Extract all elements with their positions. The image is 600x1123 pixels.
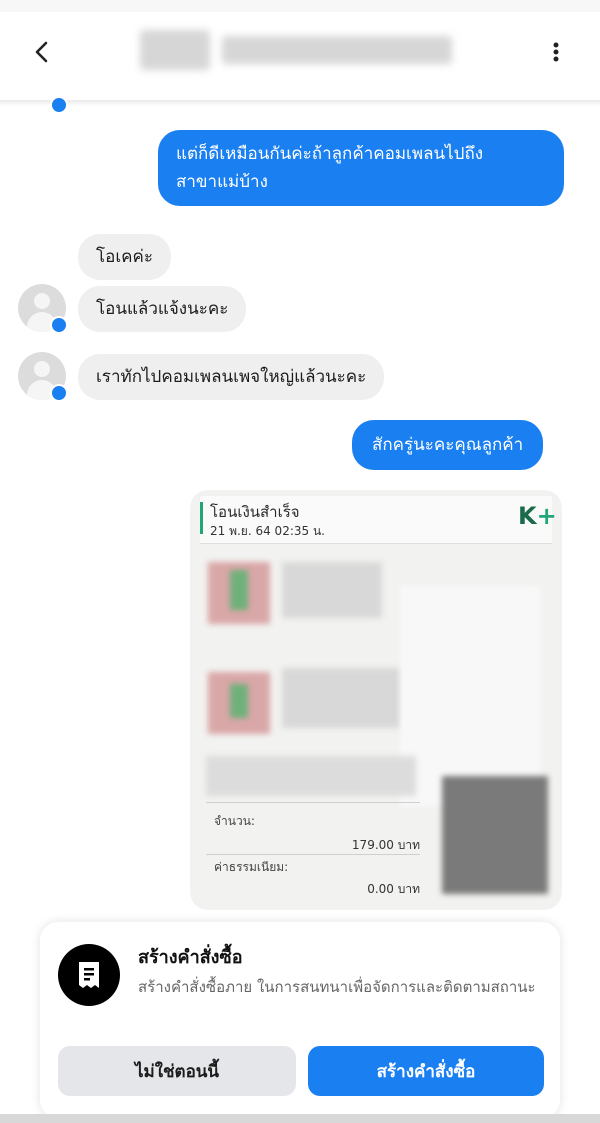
receipt-icon — [79, 962, 99, 988]
chevron-left-icon — [35, 41, 48, 63]
message-line: แต่ก็ดีเหมือนกันค่ะถ้าลูกค้าคอมเพลนไปถึง — [176, 144, 484, 164]
contact-name-redacted — [140, 22, 452, 78]
message-text: สักครู่นะคะคุณลูกค้า — [372, 435, 524, 455]
receipt-title: โอนเงินสำเร็จ — [210, 503, 300, 521]
message-line: สาขาแม่บ้าง — [176, 172, 268, 192]
message-bubble-outgoing[interactable]: แต่ก็ดีเหมือนกันค่ะถ้าลูกค้าคอมเพลนไปถึง… — [158, 130, 564, 206]
receipt-icon-badge — [58, 944, 120, 1006]
redacted-receiver — [282, 668, 402, 728]
messenger-badge-icon — [50, 316, 68, 334]
transfer-receipt-image[interactable]: โอนเงินสำเร็จ 21 พ.ย. 64 02:35 น. K+ จำน… — [190, 490, 562, 910]
fee-value: 0.00 บาท — [367, 882, 420, 896]
receipt-divider — [206, 802, 420, 803]
message-text: โอนแล้วแจ้งนะคะ — [96, 299, 229, 319]
messenger-badge-icon — [50, 96, 68, 114]
vertical-dots-icon — [553, 42, 559, 62]
redacted-watermark — [400, 586, 540, 806]
message-text: เราทักไปคอมเพลนเพจใหญ่แล้วนะคะ — [96, 367, 367, 387]
redacted-block — [230, 570, 248, 610]
chat-header — [0, 12, 600, 100]
message-bubble-outgoing[interactable]: สักครู่นะคะคุณลูกค้า — [352, 420, 544, 470]
redacted-sender — [282, 562, 382, 618]
amount-label: จำนวน: — [214, 814, 255, 828]
sheet-title: สร้างคำสั่งซื้อ — [138, 947, 243, 968]
message-text: โอเคค่ะ — [96, 247, 154, 267]
redacted-block — [230, 684, 248, 718]
messenger-badge-icon — [50, 384, 68, 402]
fee-label: ค่าธรรมเนียม: — [214, 860, 289, 874]
kplus-logo: K+ — [518, 502, 557, 530]
redacted-qr-code — [442, 776, 548, 894]
amount-value: 179.00 บาท — [351, 838, 420, 852]
redacted-reference — [206, 756, 416, 796]
status-bar — [0, 0, 600, 12]
navigation-bar — [0, 1114, 600, 1123]
create-order-button[interactable]: สร้างคำสั่งซื้อ — [308, 1046, 544, 1096]
message-bubble-incoming[interactable]: โอนแล้วแจ้งนะคะ — [78, 286, 247, 332]
receipt-header: โอนเงินสำเร็จ 21 พ.ย. 64 02:35 น. K+ — [200, 496, 557, 544]
not-now-button[interactable]: ไม่ใช่ตอนนี้ — [58, 1046, 296, 1096]
sheet-description: สร้างคำสั่งซื้อภาย ในการสนทนาเพื่อจัดการ… — [138, 978, 536, 996]
receipt-datetime: 21 พ.ย. 64 02:35 น. — [210, 524, 325, 538]
receipt-divider — [206, 854, 420, 855]
create-order-sheet: สร้างคำสั่งซื้อ สร้างคำสั่งซื้อภาย ในการ… — [40, 922, 560, 1118]
message-bubble-incoming[interactable]: เราทักไปคอมเพลนเพจใหญ่แล้วนะคะ — [78, 354, 385, 400]
back-button[interactable] — [24, 34, 60, 70]
header-divider — [0, 100, 600, 106]
more-options-button[interactable] — [540, 34, 572, 70]
message-bubble-incoming[interactable]: โอเคค่ะ — [78, 234, 172, 280]
